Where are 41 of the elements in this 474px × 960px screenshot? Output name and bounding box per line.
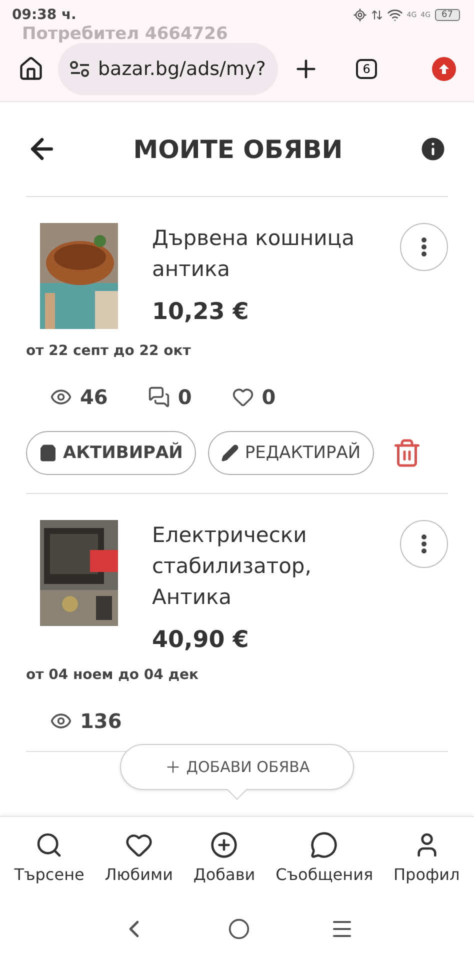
chat-bubbles-icon: [148, 386, 170, 408]
site-settings-icon: [70, 60, 90, 76]
page-title: МОИТЕ ОБЯВИ: [133, 134, 343, 164]
ad-title[interactable]: Електрически стабилизатор, Антика: [152, 520, 366, 613]
search-icon: [35, 831, 64, 859]
nav-tab[interactable]: Профил: [394, 831, 460, 884]
plus-circle-icon: [210, 831, 238, 859]
messages-count: 0: [178, 385, 192, 409]
pencil-icon: [220, 444, 239, 462]
more-icon: [421, 534, 427, 554]
chat-bubble-icon: [310, 831, 338, 859]
edit-button[interactable]: РЕДАКТИРАЙ: [208, 431, 374, 475]
status-time: 09:38 ч.: [12, 7, 76, 23]
nav-tab[interactable]: Съобщения: [276, 831, 374, 884]
more-options-button[interactable]: [400, 520, 448, 568]
heart-icon: [232, 386, 254, 408]
likes-count: 0: [262, 385, 276, 409]
faded-page-title: Потребител 4664726: [22, 24, 228, 44]
nav-tab[interactable]: Търсене: [14, 831, 84, 884]
add-listing-tooltip[interactable]: ДОБАВИ ОБЯВА: [120, 744, 354, 790]
more-options-button[interactable]: [400, 223, 448, 271]
wifi-icon: [386, 7, 403, 23]
data-transfer-icon: [370, 9, 383, 21]
activate-button[interactable]: АКТИВИРАЙ: [26, 431, 196, 475]
nav-tab[interactable]: Любими: [104, 831, 173, 884]
more-icon: [421, 237, 427, 257]
update-icon[interactable]: [432, 56, 456, 80]
ad-title[interactable]: Дървена кошница антика: [152, 223, 366, 285]
nav-tab[interactable]: Добави: [193, 831, 256, 884]
tab-count-button[interactable]: 6: [356, 58, 378, 78]
home-nav-icon[interactable]: [228, 918, 250, 940]
battery-icon: 67: [434, 9, 460, 21]
address-bar[interactable]: bazar.bg/ads/my?: [58, 42, 278, 94]
ad-dates: от 04 ноем до 04 дек: [26, 667, 200, 683]
views-count: 46: [80, 385, 108, 409]
views-count: 136: [80, 709, 122, 733]
location-icon: [352, 8, 367, 22]
home-icon[interactable]: [18, 56, 44, 82]
ad-dates: от 22 септ до 22 окт: [26, 343, 192, 359]
ad-price: 40,90 €: [152, 627, 250, 653]
ad-price: 10,23 €: [152, 299, 250, 325]
